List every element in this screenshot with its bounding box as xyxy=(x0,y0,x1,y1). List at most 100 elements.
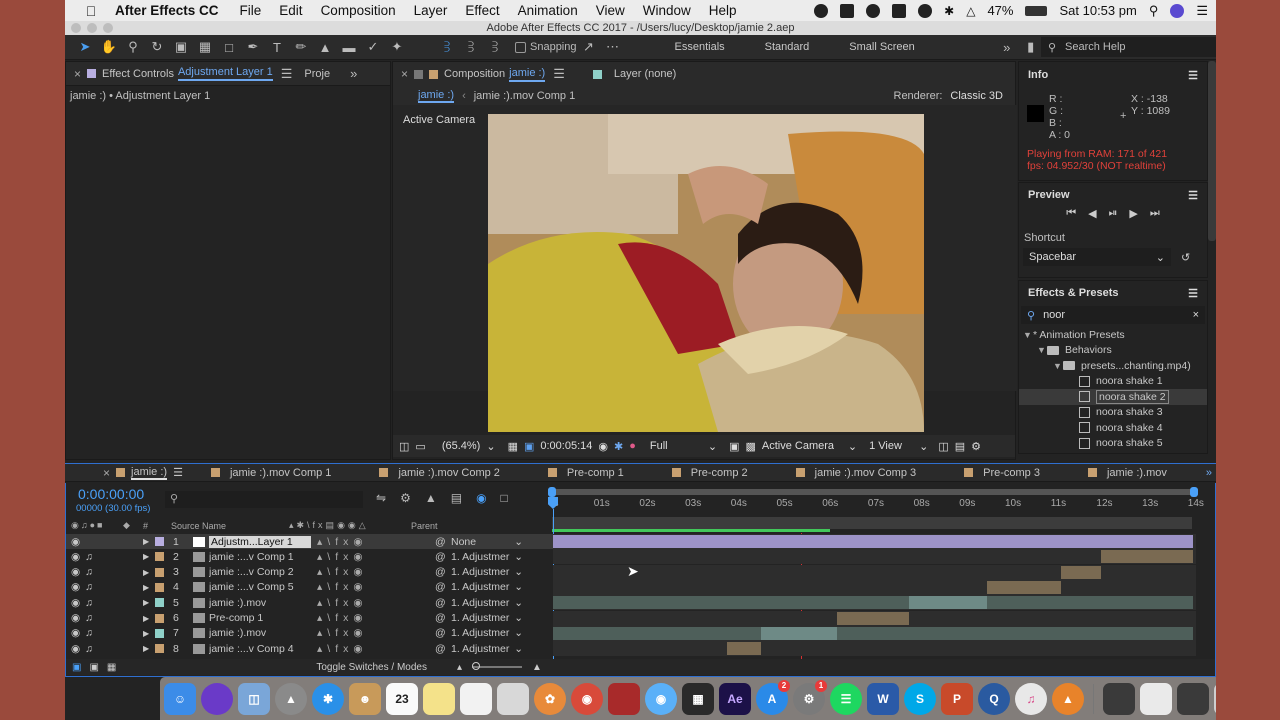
layer-duration-bar[interactable] xyxy=(909,596,987,610)
layer-row[interactable]: ◉ ♫ ▶ 2 jamie :...v Comp 1 ▴\fx◉ @1. Adjustmer… xyxy=(66,549,553,564)
image-capture-icon[interactable] xyxy=(497,682,529,715)
audio-icon[interactable]: ♫ xyxy=(85,627,99,639)
audio-icon[interactable]: ♫ xyxy=(85,566,99,578)
video-visibility-icon[interactable]: ◉ xyxy=(71,612,85,624)
layer-duration-bar[interactable] xyxy=(1101,550,1193,564)
battery-icon[interactable] xyxy=(1025,5,1048,16)
notification-center-icon[interactable]: ☰ xyxy=(1196,3,1208,19)
video-visibility-icon[interactable]: ◉ xyxy=(71,536,85,548)
layer-switches[interactable]: ▴\fx◉ xyxy=(317,536,435,548)
preview-app-icon[interactable]: ◫ xyxy=(238,682,270,715)
system-preferences-icon[interactable]: ⚙ 1 xyxy=(793,679,827,715)
layer-track[interactable] xyxy=(553,549,1196,565)
snapping-checkbox[interactable] xyxy=(515,41,526,53)
sync-settings-icon[interactable]: ▮ xyxy=(1019,37,1043,57)
snap-edge-icon[interactable]: ↗ xyxy=(577,37,601,57)
tree-item-noora-shake-4[interactable]: noora shake 4 xyxy=(1019,420,1207,436)
skype-icon[interactable]: S xyxy=(904,682,936,715)
parent-dropdown[interactable]: 1. Adjustmer ⌄ xyxy=(451,581,527,593)
tree-item-noora-shake-2[interactable]: noora shake 2 xyxy=(1019,389,1207,405)
zoom-slider-thumb[interactable] xyxy=(472,662,481,670)
layer-duration-bar[interactable] xyxy=(761,626,837,640)
finder-icon[interactable]: ☺ xyxy=(164,682,196,715)
timeline-tab-comp-2[interactable]: jamie :).mov Comp 2 xyxy=(379,467,500,479)
more-tabs-icon[interactable]: » xyxy=(1206,467,1212,479)
quicktime-icon[interactable]: Q xyxy=(978,682,1010,715)
transfer-controls-icon[interactable]: ▣ xyxy=(89,662,98,673)
layer-duration-bar[interactable] xyxy=(553,596,909,610)
parent-header[interactable]: Parent xyxy=(411,521,438,531)
after-effects-icon[interactable]: Ae xyxy=(719,682,751,715)
pickwhip-icon[interactable]: @ xyxy=(435,597,451,609)
parent-dropdown[interactable]: 1. Adjustmer ⌄ xyxy=(451,551,527,563)
vlc-icon[interactable]: ▲ xyxy=(1052,682,1084,715)
expand-triangle-icon[interactable]: ▶ xyxy=(143,552,155,561)
tree-item-animation-presets[interactable]: ▼ * Animation Presets xyxy=(1019,327,1207,343)
layer-label-swatch[interactable] xyxy=(155,644,164,654)
disclosure-triangle-icon[interactable]: ▼ xyxy=(1023,330,1033,340)
pickwhip-icon[interactable]: @ xyxy=(435,627,451,639)
notes-icon[interactable] xyxy=(423,682,455,715)
show-snapshot-icon[interactable]: ✱ xyxy=(614,440,623,453)
zoom-in-icon[interactable]: ▲ xyxy=(532,662,542,673)
rotate-tool-icon[interactable]: ↻ xyxy=(145,37,169,57)
safari-icon[interactable]: ✱ xyxy=(312,682,344,715)
toggle-switches-modes[interactable]: Toggle Switches / Modes xyxy=(316,662,427,673)
layer-label-swatch[interactable] xyxy=(155,552,164,562)
project-tab[interactable]: Proje xyxy=(304,68,330,80)
layer-duration-bar[interactable] xyxy=(987,596,1193,610)
comp-tab-name[interactable]: jamie :) xyxy=(509,67,546,82)
resolution-value[interactable]: Full xyxy=(650,440,702,452)
dropbox-icon[interactable] xyxy=(892,3,907,18)
layer-duration-bar[interactable] xyxy=(727,642,761,656)
layer-label-swatch[interactable] xyxy=(155,628,164,638)
layer-name[interactable]: Pre-comp 1 xyxy=(209,612,311,624)
source-name-header[interactable]: Source Name xyxy=(171,521,289,531)
layer-track[interactable] xyxy=(553,610,1196,626)
work-area-start-handle[interactable] xyxy=(548,487,556,497)
parent-dropdown[interactable]: 1. Adjustmer ⌄ xyxy=(451,597,527,609)
parent-dropdown[interactable]: 1. Adjustmer ⌄ xyxy=(451,612,527,624)
pan-behind-tool-icon[interactable]: ▦ xyxy=(193,37,217,57)
photos-icon[interactable]: ✿ xyxy=(534,682,566,715)
layer-duration-bar[interactable] xyxy=(837,626,1193,640)
world-axis-icon[interactable]: ⫖ xyxy=(459,37,483,57)
creative-cloud-icon[interactable] xyxy=(918,3,933,18)
menu-effect[interactable]: Effect xyxy=(465,3,499,18)
layer-row[interactable]: ◉ ♫ ▶ 8 jamie :...v Comp 4 ▴\fx◉ @1. Adjustmer… xyxy=(66,641,553,656)
preview-menu-icon[interactable]: ☰ xyxy=(1188,189,1198,202)
layer-duration-bar[interactable] xyxy=(837,611,909,625)
layer-row[interactable]: ◉ ♫ ▶ 6 Pre-comp 1 ▴\fx◉ @1. Adjustmer ⌄ xyxy=(66,611,553,626)
layer-tab[interactable]: Layer (none) xyxy=(614,68,676,80)
shy-layers-icon[interactable]: ▲ xyxy=(425,491,437,505)
zoom-tool-icon[interactable]: ⚲ xyxy=(121,37,145,57)
layer-label-swatch[interactable] xyxy=(155,537,164,546)
brush-tool-icon[interactable]: ✏ xyxy=(289,37,313,57)
layer-name[interactable]: jamie :...v Comp 2 xyxy=(209,566,311,578)
region-of-interest-icon[interactable]: ▣ xyxy=(729,440,739,453)
trash-icon[interactable]: ▯ xyxy=(1214,682,1216,715)
workspace-small-screen[interactable]: Small Screen xyxy=(849,41,914,53)
audio-icon[interactable]: ♫ xyxy=(85,551,99,563)
time-ruler[interactable]: 0s01s02s03s04s05s06s07s08s09s10s11s12s13… xyxy=(548,483,1204,533)
monitor-icon[interactable]: ▭ xyxy=(415,440,425,453)
siri-icon[interactable] xyxy=(1170,3,1185,18)
spotify-icon[interactable]: ☰ xyxy=(830,682,862,715)
zoom-dropdown-icon[interactable]: ⌄ xyxy=(486,440,495,453)
close-window-button[interactable] xyxy=(71,23,81,33)
frame-blending-icon[interactable]: ▤ xyxy=(451,491,462,505)
audio-icon[interactable]: ♫ xyxy=(85,612,99,624)
comp-panel-menu-icon[interactable]: ☰ xyxy=(553,66,565,82)
expand-triangle-icon[interactable]: ▶ xyxy=(143,568,155,577)
menu-window[interactable]: Window xyxy=(643,3,691,18)
tree-item-behaviors[interactable]: ▼ Behaviors xyxy=(1019,343,1207,359)
zoom-window-button[interactable] xyxy=(103,23,113,33)
bluetooth-icon[interactable]: ✱ xyxy=(944,4,954,18)
pickwhip-icon[interactable]: @ xyxy=(435,581,451,593)
snap-grid-icon[interactable]: ⋯ xyxy=(601,37,625,57)
tree-item-noora-shake-3[interactable]: noora shake 3 xyxy=(1019,405,1207,421)
layer-duration-bar[interactable] xyxy=(553,626,761,640)
video-visibility-icon[interactable]: ◉ xyxy=(71,643,85,655)
layer-track[interactable] xyxy=(553,534,1196,549)
spotlight-icon[interactable]: ⚲ xyxy=(1149,3,1159,19)
